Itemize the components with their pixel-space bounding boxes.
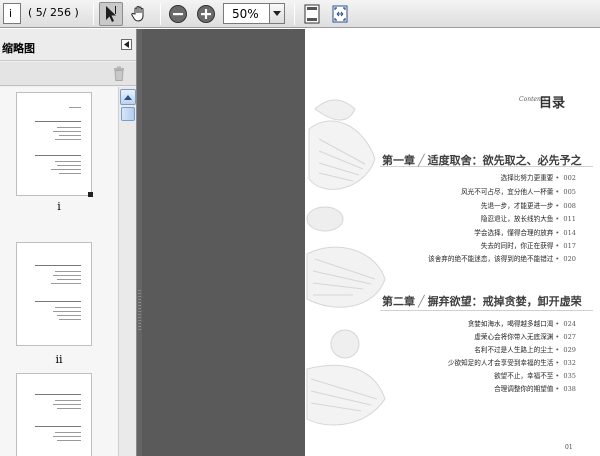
chapter-number: 第二章 [382, 295, 415, 308]
page-count: ( 5/ 256 ) [28, 6, 79, 19]
thumbnail-label: i [57, 200, 61, 213]
page-ref: • [555, 255, 562, 263]
page-ref: • [555, 174, 562, 182]
page-ref: • [555, 346, 562, 354]
toolbar: i ( 5/ 256 ) 50% [0, 0, 600, 28]
page-number-input[interactable]: i [3, 3, 21, 24]
thumbnails-panel: 缩略图 i ii [0, 29, 137, 456]
toc-entry[interactable]: 合理调整你的期望值 • 038 [494, 383, 576, 393]
toc-entry[interactable]: 虚荣心会将你带入无底深渊 • 027 [474, 331, 576, 341]
hand-icon[interactable] [127, 2, 151, 26]
toc-entry[interactable]: 该舍弃的绝不能迷恋，该得到的绝不能错过 • 020 [428, 253, 576, 263]
page-ref: • [555, 372, 562, 380]
page-ref: • [555, 202, 562, 210]
toc-entry[interactable]: 少欲知足的人才会享受到幸福的生活 • 032 [448, 357, 576, 367]
zoom-in-icon[interactable] [194, 2, 218, 26]
page-ref: • [555, 229, 562, 237]
chevron-down-icon [273, 11, 281, 16]
slash-divider: ╱ [418, 154, 425, 167]
toc-entry[interactable]: 失去的同时，你正在获得 • 017 [481, 240, 576, 250]
scrollbar-thumb[interactable] [121, 107, 135, 121]
page-ref: • [555, 385, 562, 393]
select-arrow-icon[interactable] [99, 2, 123, 26]
chapter-title: 适度取舍：欲先取之、必先予之 [427, 154, 582, 167]
toc-entry[interactable]: 名利不过是人生路上的尘土 • 029 [474, 344, 576, 354]
page-thumbnail[interactable] [16, 373, 92, 456]
trash-icon [114, 66, 124, 81]
toc-entry[interactable]: 学会选择，懂得合理的放弃 • 014 [474, 227, 576, 237]
toc-title: 目录 [539, 96, 566, 111]
page-ref: • [555, 333, 562, 341]
thumbnail-label: ii [55, 353, 63, 366]
chevron-up-icon [124, 94, 132, 100]
chapter-number: 第一章 [382, 154, 415, 167]
chapter-heading: 第二章 ╱ 摒弃欲望：戒掉贪婪，卸开虚荣 [382, 293, 582, 309]
chapter-title: 摒弃欲望：戒掉贪婪，卸开虚荣 [427, 295, 582, 308]
toolbar-divider [160, 3, 161, 25]
thumbnail-scrollbar[interactable] [118, 87, 136, 456]
toc-entry[interactable]: 选择比努力更重要 • 002 [501, 172, 576, 182]
toolbar-divider [93, 3, 94, 25]
panel-toolbar [0, 62, 136, 86]
page-ref: • [555, 320, 562, 328]
toolbar-divider [294, 3, 295, 25]
fit-page-icon[interactable] [300, 2, 324, 26]
page-ref: • [555, 188, 562, 196]
scroll-up-button[interactable] [120, 89, 136, 105]
slash-divider: ╱ [418, 295, 425, 308]
chapter-heading: 第一章 ╱ 适度取舍：欲先取之、必先予之 [382, 152, 582, 168]
page-ref: • [555, 215, 562, 223]
zoom-out-icon[interactable] [166, 2, 190, 26]
fit-width-icon[interactable] [328, 2, 352, 26]
chevron-left-icon [123, 41, 129, 48]
panel-header: 缩略图 [0, 29, 136, 61]
collapse-panel-button[interactable] [121, 39, 132, 50]
toc-entry[interactable]: 贪婪如海水，喝得越多越口渴 • 024 [468, 318, 576, 328]
zoom-dropdown-button[interactable] [269, 3, 285, 24]
page-thumbnail[interactable] [16, 242, 92, 346]
delete-pages-button[interactable] [113, 66, 125, 85]
toc-entry[interactable]: 先退一步，才能更进一步 • 008 [481, 200, 576, 210]
toc-entry[interactable]: 风光不可占尽，宜分他人一杯羹 • 005 [461, 186, 576, 196]
page-folio: 01 [565, 444, 573, 451]
page-thumbnail[interactable] [16, 92, 92, 196]
splitter-grip [138, 290, 141, 330]
toc-entry[interactable]: 欲望不止，幸福不至 • 035 [494, 370, 576, 380]
toc-entry[interactable]: 隐忍退让，放长线钓大鱼 • 011 [481, 213, 576, 223]
document-background [137, 29, 305, 456]
thumbnail-list: i ii [0, 87, 118, 456]
chapter-divider [380, 310, 593, 311]
zoom-input[interactable]: 50% [223, 3, 269, 24]
shell-illustration [306, 99, 386, 426]
panel-title: 缩略图 [2, 42, 35, 55]
page-ref: • [555, 359, 562, 367]
current-page-marker [88, 192, 93, 197]
page-ref: • [555, 242, 562, 250]
panel-splitter[interactable] [137, 29, 142, 456]
